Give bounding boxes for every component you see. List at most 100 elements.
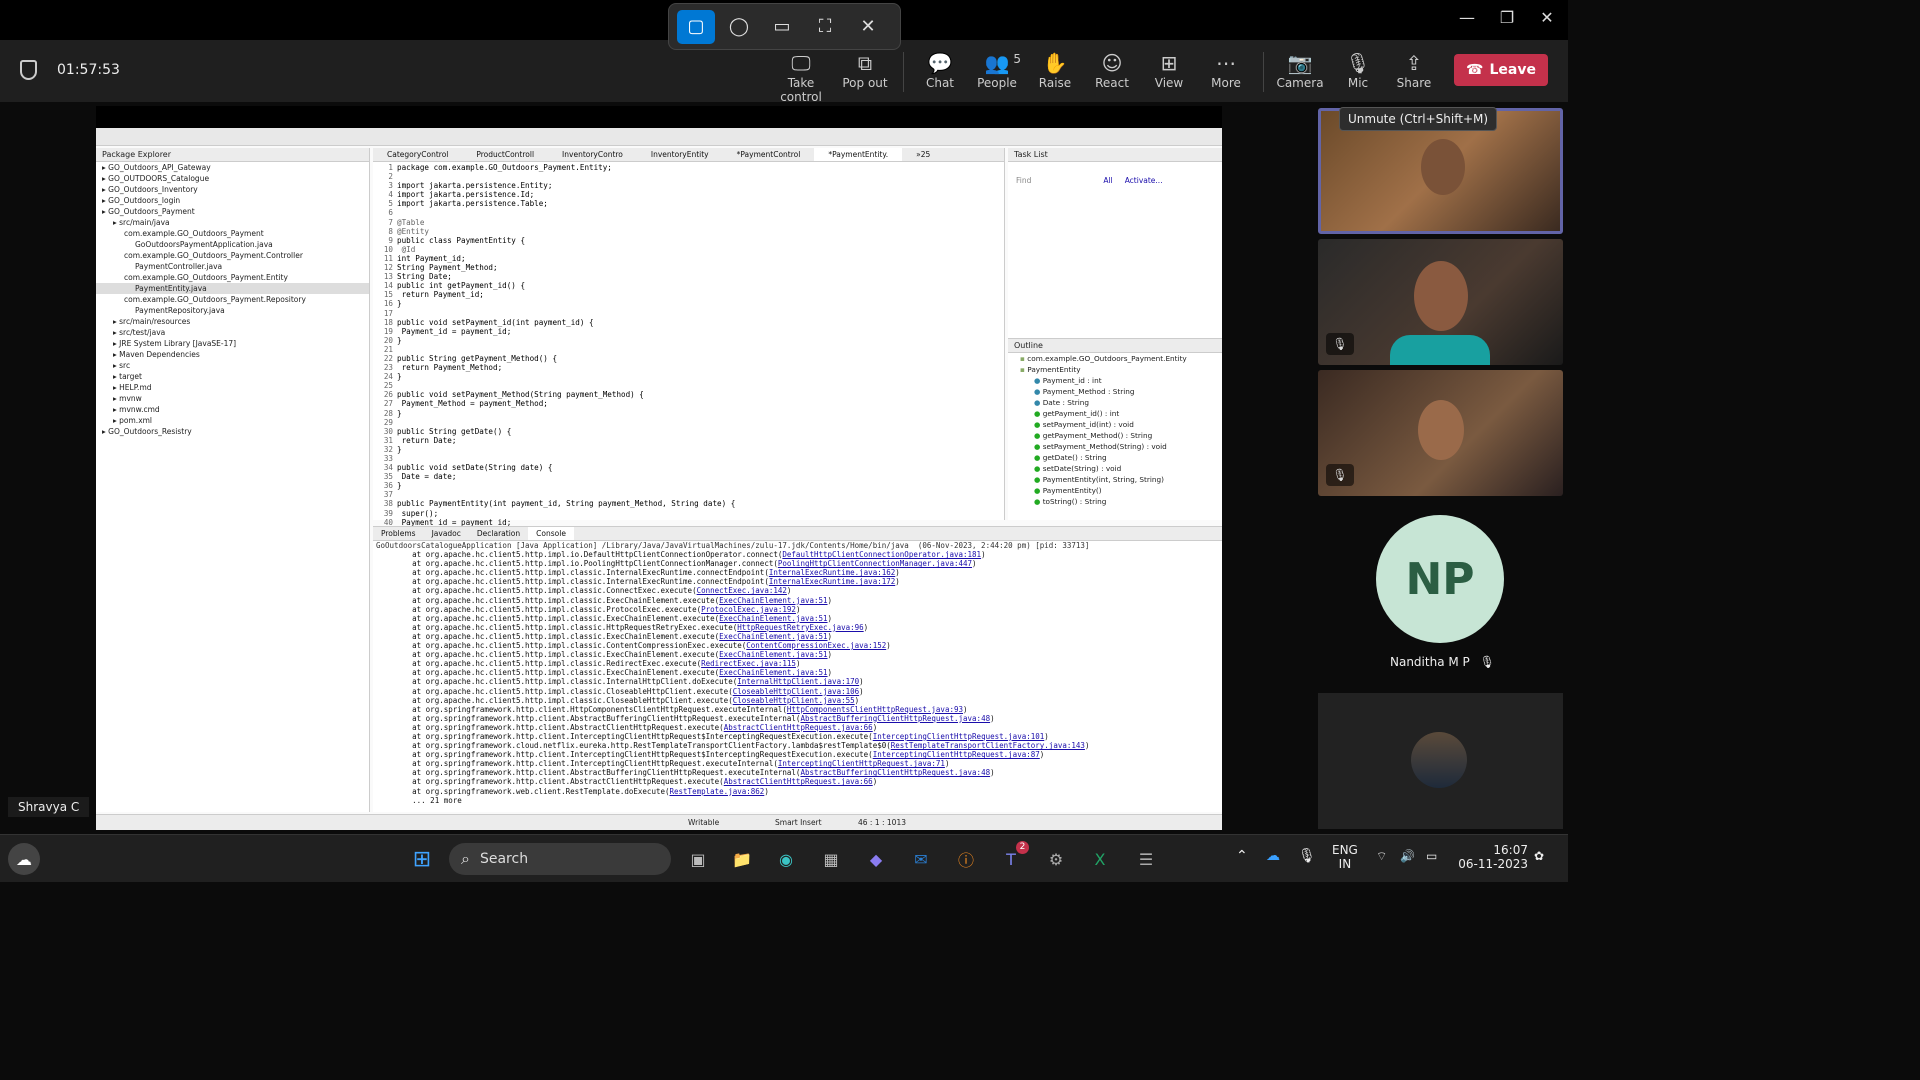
excel-icon[interactable]: X — [1084, 843, 1116, 875]
console-link[interactable]: ContentCompressionExec.java:152 — [746, 641, 886, 650]
outline-item[interactable]: ● getPayment_Method() : String — [1008, 430, 1222, 441]
outline-item[interactable]: ● getPayment_id() : int — [1008, 408, 1222, 419]
console-link[interactable]: ExecChainElement.java:51 — [719, 632, 827, 641]
console-link[interactable]: CloseableHttpClient.java:55 — [733, 696, 855, 705]
tree-item[interactable]: com.example.GO_Outdoors_Payment.Controll… — [96, 250, 369, 261]
console-link[interactable]: CloseableHttpClient.java:106 — [733, 687, 859, 696]
tree-item[interactable]: ▸ mvnw.cmd — [96, 404, 369, 415]
participant-avatar-initials[interactable]: NP — [1376, 515, 1504, 643]
tree-item[interactable]: ▸ src/test/java — [96, 327, 369, 338]
editor-tab[interactable]: ProductControll — [462, 148, 548, 161]
console-link[interactable]: AbstractClientHttpRequest.java:66 — [724, 723, 873, 732]
tool-take-control-button[interactable]: 🖵 Take control — [771, 50, 831, 104]
outline-item[interactable]: ● Payment_id : int — [1008, 375, 1222, 386]
tool-camera-button[interactable]: 📷 Camera — [1270, 50, 1330, 90]
tree-item[interactable]: ▸ mvnw — [96, 393, 369, 404]
rectangle-snip-icon[interactable]: ▢ — [677, 9, 715, 44]
tool-react-button[interactable]: ☺ React — [1082, 50, 1142, 90]
outline-item[interactable]: ● PaymentEntity() — [1008, 485, 1222, 496]
outline-item[interactable]: ▪ PaymentEntity — [1008, 364, 1222, 375]
task-all-link[interactable]: All — [1103, 176, 1112, 185]
console-link[interactable]: AbstractBufferingClientHttpRequest.java:… — [800, 714, 990, 723]
tree-item[interactable]: ▸ src/main/resources — [96, 316, 369, 327]
mic-tray-icon[interactable]: 🎙 — [1298, 849, 1316, 863]
console-link[interactable]: ProtocolExec.java:192 — [701, 605, 796, 614]
minimize-icon[interactable]: — — [1452, 8, 1482, 30]
teams-icon[interactable]: T 2 — [995, 841, 1029, 875]
participant-avatar[interactable] — [1411, 732, 1467, 788]
onedrive-icon[interactable]: ☁ — [1266, 849, 1280, 863]
console-link[interactable]: InterceptingClientHttpRequest.java:101 — [873, 732, 1045, 741]
task-find-input[interactable]: Find — [1016, 176, 1031, 185]
editor-tab[interactable]: InventoryContro — [548, 148, 637, 161]
console-link[interactable]: AbstractClientHttpRequest.java:66 — [724, 777, 873, 786]
language-indicator[interactable]: ENG IN — [1332, 843, 1358, 871]
outline-item[interactable]: ● setPayment_Method(String) : void — [1008, 441, 1222, 452]
console-link[interactable]: RestTemplate.java:862 — [670, 787, 765, 796]
copilot-icon[interactable]: ◆ — [860, 843, 892, 875]
code-area[interactable]: 1 package com.example.GO_Outdoors_Payment… — [373, 163, 993, 581]
participant-video-2[interactable]: 🎙 — [1318, 239, 1563, 365]
console-link[interactable]: InterceptingClientHttpRequest.java:71 — [778, 759, 945, 768]
outline-item[interactable]: ▪ com.example.GO_Outdoors_Payment.Entity — [1008, 353, 1222, 364]
volume-icon[interactable]: 🔊 — [1400, 849, 1415, 863]
fullscreen-snip-icon[interactable]: ⛶ — [806, 10, 844, 44]
file-explorer-icon[interactable]: 📁 — [726, 843, 758, 875]
restore-icon[interactable]: ❐ — [1492, 8, 1522, 30]
editor-tab[interactable]: *PaymentEntity. — [814, 148, 903, 161]
tree-item[interactable]: com.example.GO_Outdoors_Payment.Reposito… — [96, 294, 369, 305]
close-icon[interactable]: ✕ — [1532, 8, 1562, 30]
task-view-icon[interactable]: ▣ — [682, 843, 714, 875]
console-tab[interactable]: Javadoc — [424, 527, 469, 540]
outlook-icon[interactable]: ✉ — [905, 843, 937, 875]
tree-item[interactable]: PaymentRepository.java — [96, 305, 369, 316]
tool-pop-out-button[interactable]: ⧉ Pop out — [835, 50, 895, 90]
editor-tab[interactable]: »25 — [902, 148, 944, 161]
console-link[interactable]: HttpRequestRetryExec.java:96 — [737, 623, 863, 632]
window-snip-icon[interactable]: ▭ — [763, 10, 801, 44]
console-link[interactable]: InterceptingClientHttpRequest.java:87 — [873, 750, 1040, 759]
taskbar-search[interactable]: ⌕ Search — [449, 843, 671, 875]
console-link[interactable]: ExecChainElement.java:51 — [719, 596, 827, 605]
tree-item[interactable]: ▸ JRE System Library [JavaSE-17] — [96, 338, 369, 349]
settings-icon[interactable]: ⚙ — [1040, 843, 1072, 875]
tool-mic-button[interactable]: 🎙 Mic — [1328, 50, 1388, 90]
outline-item[interactable]: ● setDate(String) : void — [1008, 463, 1222, 474]
weather-icon[interactable]: ☁ — [8, 843, 40, 875]
tree-item[interactable]: ▸ GO_Outdoors_Resistry — [96, 426, 369, 437]
edge-icon[interactable]: ◉ — [770, 843, 802, 875]
outline-item[interactable]: ● toString() : String — [1008, 496, 1222, 507]
tree-item[interactable]: ▸ src — [96, 360, 369, 371]
tree-item[interactable]: ▸ GO_Outdoors_Payment — [96, 206, 369, 217]
console-link[interactable]: DefaultHttpClientConnectionOperator.java… — [782, 550, 981, 559]
console-link[interactable]: RestTemplateTransportClientFactory.java:… — [891, 741, 1085, 750]
participant-video-3[interactable]: 🎙 — [1318, 370, 1563, 496]
console-tab[interactable]: Problems — [373, 527, 424, 540]
tool-chat-button[interactable]: 💬 Chat — [910, 50, 970, 90]
tree-item[interactable]: ▸ HELP.md — [96, 382, 369, 393]
tree-item[interactable]: com.example.GO_Outdoors_Payment — [96, 228, 369, 239]
console-link[interactable]: RedirectExec.java:115 — [701, 659, 796, 668]
tree-item[interactable]: ▸ pom.xml — [96, 415, 369, 426]
tree-item[interactable]: ▸ GO_OUTDOORS_Catalogue — [96, 173, 369, 184]
notification-icon[interactable]: ✿ — [1534, 849, 1544, 863]
console-link[interactable]: AbstractBufferingClientHttpRequest.java:… — [800, 768, 990, 777]
app-window-icon[interactable]: ☰ — [1130, 843, 1162, 875]
tool-more-button[interactable]: ⋯ More — [1196, 50, 1256, 90]
console-link[interactable]: ExecChainElement.java:51 — [719, 614, 827, 623]
outline-item[interactable]: ● Date : String — [1008, 397, 1222, 408]
tree-item[interactable]: com.example.GO_Outdoors_Payment.Entity — [96, 272, 369, 283]
tree-item[interactable]: GoOutdoorsPaymentApplication.java — [96, 239, 369, 250]
outline-item[interactable]: ● setPayment_id(int) : void — [1008, 419, 1222, 430]
console-link[interactable]: ExecChainElement.java:51 — [719, 668, 827, 677]
outline-item[interactable]: ● PaymentEntity(int, String, String) — [1008, 474, 1222, 485]
tree-item[interactable]: PaymentEntity.java — [96, 283, 369, 294]
tool-raise-button[interactable]: ✋ Raise — [1025, 50, 1085, 90]
editor-tab[interactable]: InventoryEntity — [637, 148, 723, 161]
console-link[interactable]: InternalHttpClient.java:170 — [737, 677, 859, 686]
tree-item[interactable]: ▸ target — [96, 371, 369, 382]
task-activate-link[interactable]: Activate... — [1125, 176, 1163, 185]
leave-button[interactable]: ☎ Leave — [1454, 54, 1548, 86]
editor-tab[interactable]: CategoryControl — [373, 148, 462, 161]
outline-item[interactable]: ● getDate() : String — [1008, 452, 1222, 463]
